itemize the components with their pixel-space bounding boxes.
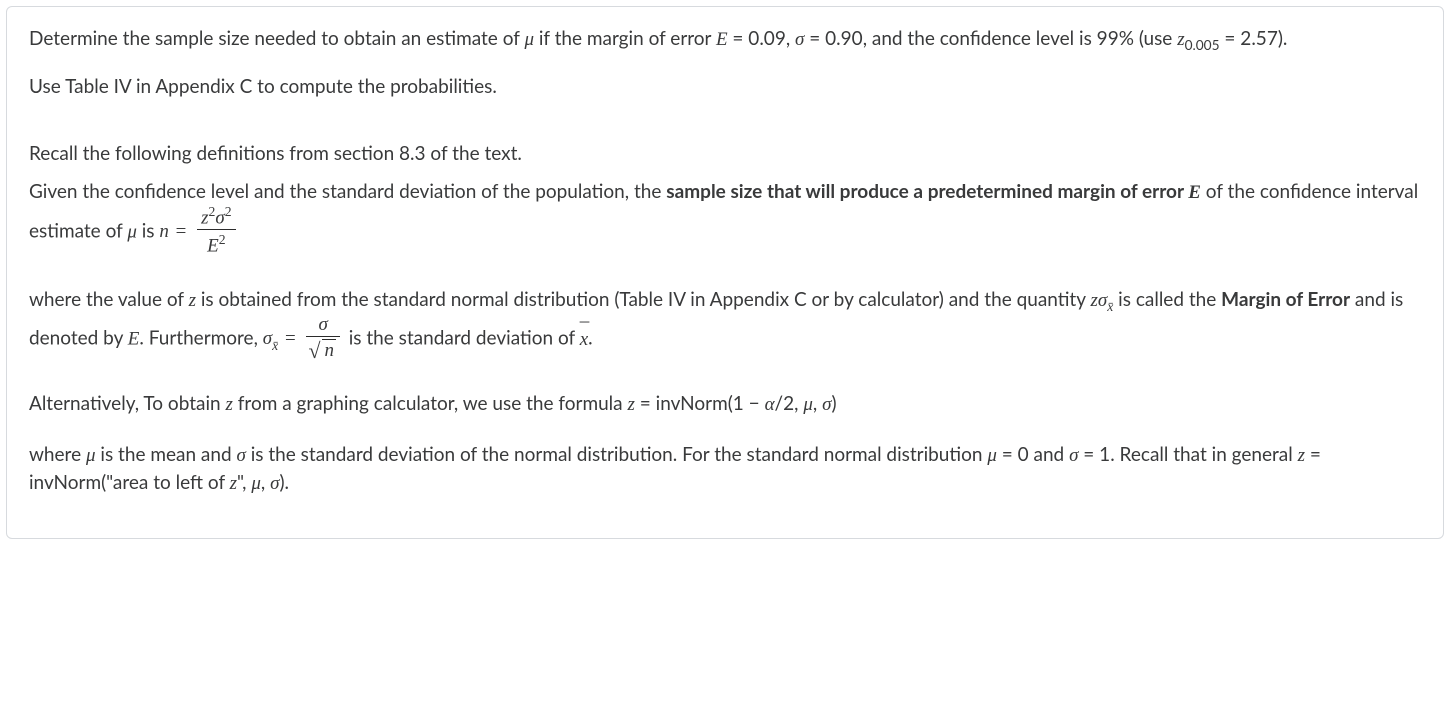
text: , [261, 471, 270, 494]
text: Alternatively, To obtain [29, 392, 226, 415]
symbol-xbar: x̄ [272, 338, 278, 353]
symbol-z: z [226, 394, 233, 415]
symbol-n: n [159, 221, 169, 242]
text: Recall the following definitions from se… [29, 142, 522, 165]
symbol-sigma: σ [236, 445, 245, 466]
symbol-z-sigma-xbar: zσx̄ [1090, 290, 1113, 311]
text: is the standard deviation of the normal … [246, 443, 987, 466]
symbol-x: x [580, 329, 588, 350]
symbol-sigma: σ [795, 29, 804, 50]
sqrt: √ n [310, 339, 336, 362]
symbol-alpha: α [765, 394, 775, 415]
symbol-E: E [207, 236, 219, 257]
text: is obtained from the standard normal dis… [196, 288, 1090, 311]
question-line-1: Determine the sample size needed to obta… [29, 25, 1421, 55]
text: is called the [1118, 288, 1221, 311]
question-card: Determine the sample size needed to obta… [6, 6, 1444, 539]
text: = 1. Recall that in general [1078, 443, 1297, 466]
symbol-mu: μ [987, 445, 997, 466]
symbol-z: z [1177, 29, 1184, 50]
equation-sample-size: n = z2σ2 E2 [159, 221, 239, 242]
text: is [137, 220, 160, 243]
symbol-z: z [201, 208, 208, 229]
symbol-xbar: _ x [580, 326, 588, 354]
exponent: 2 [219, 232, 226, 247]
symbol-mu: μ [803, 394, 813, 415]
symbol-sigma: σ [263, 328, 272, 349]
text: . Furthermore, [139, 327, 262, 350]
text: is the mean and [96, 443, 237, 466]
equals: = [176, 221, 187, 242]
text: = 0.90, and the confidence level is 99% … [804, 27, 1177, 50]
margin-of-error-definition: where the value of z is obtained from th… [29, 286, 1421, 364]
fraction-denominator: E2 [197, 230, 235, 257]
text: if the margin of error [534, 27, 716, 50]
text: where the value of [29, 288, 189, 311]
fraction: z2σ2 E2 [197, 204, 235, 257]
symbol-sigma: σ [1098, 290, 1107, 311]
exponent: 2 [225, 204, 232, 219]
sample-size-definition: Given the confidence level and the stand… [29, 178, 1421, 260]
equals: = [285, 328, 296, 349]
equation-sigma-xbar: σx̄ = σ √ n [263, 328, 349, 349]
fraction-numerator: z2σ2 [197, 204, 235, 230]
symbol-mu: μ [86, 445, 96, 466]
symbol-z: z [627, 394, 634, 415]
text: = invNorm(1 − [635, 392, 765, 415]
calculator-formula: Alternatively, To obtain z from a graphi… [29, 390, 1421, 419]
fraction-denominator: √ n [306, 337, 340, 362]
subscript-xbar: x̄ [1107, 299, 1113, 314]
fraction: σ √ n [306, 314, 340, 362]
solution-intro: Recall the following definitions from se… [29, 140, 1421, 168]
text: from a graphing calculator, we use the f… [233, 392, 628, 415]
symbol-z: z [230, 473, 237, 494]
symbol-E: E [716, 29, 728, 50]
text: where [29, 443, 86, 466]
z-subscript: 0.005 [1185, 36, 1220, 53]
text: , [813, 392, 822, 415]
text: Use Table IV in Appendix C to compute th… [29, 75, 497, 98]
symbol-z: z [189, 290, 196, 311]
distribution-note: where μ is the mean and σ is the standar… [29, 441, 1421, 498]
text: = 0.09, [728, 27, 795, 50]
text: /2, [775, 392, 804, 415]
text: Determine the sample size needed to obta… [29, 27, 524, 50]
bold-text: Margin of Error [1221, 288, 1350, 311]
symbol-xbar: x̄ [1107, 299, 1113, 314]
question-line-2: Use Table IV in Appendix C to compute th… [29, 73, 1421, 101]
symbol-sigma: σ [319, 314, 328, 335]
text: Given the confidence level and the stand… [29, 180, 666, 203]
symbol-mu: μ [127, 222, 137, 243]
text: ). [279, 471, 289, 494]
text: . [588, 327, 592, 350]
text: ) [831, 392, 836, 415]
text: is the standard deviation of [349, 327, 580, 350]
symbol-E: E [128, 329, 140, 350]
symbol-mu: μ [251, 473, 261, 494]
symbol-z: z [1298, 445, 1305, 466]
exponent: 2 [209, 204, 216, 219]
text: = 0 and [997, 443, 1069, 466]
symbol-sigma: σ [215, 208, 224, 229]
symbol-E-bold: E [1188, 182, 1201, 203]
symbol-z: z [1090, 290, 1097, 311]
text: = 2.57). [1220, 27, 1288, 50]
symbol-n: n [324, 340, 334, 361]
bold-text: sample size that will produce a predeter… [666, 180, 1188, 203]
text: ", [237, 471, 251, 494]
radical-symbol: √ [308, 339, 320, 364]
subscript-xbar: x̄ [272, 338, 278, 353]
symbol-mu: μ [524, 29, 534, 50]
fraction-numerator: σ [306, 314, 340, 337]
